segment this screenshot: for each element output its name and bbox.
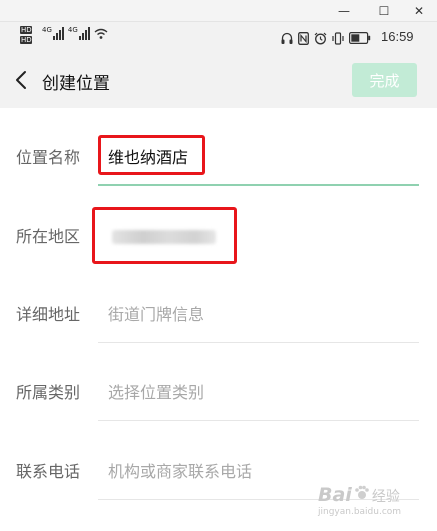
status-bar: HD HD 4G 4G 16:59 [0,22,437,52]
nfc-icon [298,31,309,45]
highlight-box-region [92,207,237,264]
signal-2-icon: 4G [68,27,90,40]
window-titlebar: — ☐ ✕ [0,0,437,22]
signal-group: 4G 4G [42,27,108,40]
address-underline [98,342,419,343]
chevron-left-icon [16,71,26,89]
phone-label: 联系电话 [16,462,81,481]
network-type-1: 4G [42,26,52,34]
sim1-hd-label: HD [20,26,32,34]
form-row-category: 所属类别 选择位置类别 [0,361,437,421]
category-underline [98,420,419,421]
status-time: 16:59 [381,29,414,44]
sim-indicators: HD HD [20,26,32,44]
paw-icon [355,485,369,499]
form-row-name: 位置名称 维也纳酒店 [0,126,437,186]
watermark-suffix: 经验 [371,489,400,505]
maximize-button[interactable]: ☐ [366,0,402,21]
back-button[interactable] [8,66,34,94]
address-label: 详细地址 [16,305,81,324]
category-label: 所属类别 [16,383,81,402]
watermark-url: jingyan.baidu.com [318,507,402,517]
alarm-icon [314,32,327,44]
name-label: 位置名称 [16,148,81,167]
name-input-underline [98,184,419,186]
battery-icon [349,32,371,44]
signal-1-icon: 4G [42,27,64,40]
vibrate-icon [332,31,344,45]
category-select[interactable]: 选择位置类别 [108,379,204,403]
app-header: 创建位置 完成 [0,52,437,108]
done-button[interactable]: 完成 [352,63,417,97]
sim2-hd-label: HD [20,36,32,44]
watermark-brand: Bai [318,484,352,506]
highlight-box-name [98,135,205,175]
address-input[interactable]: 街道门牌信息 [108,301,204,325]
headphones-icon [281,32,293,44]
form-row-address: 详细地址 街道门牌信息 [0,283,437,343]
page-title: 创建位置 [42,74,110,94]
close-window-button[interactable]: ✕ [401,0,437,21]
wifi-icon [94,28,108,39]
network-type-2: 4G [67,26,78,34]
region-label: 所在地区 [16,227,81,246]
status-icons [281,30,371,46]
baidu-watermark: Bai 经验 jingyan.baidu.com [318,484,437,530]
minimize-button[interactable]: — [326,0,362,21]
phone-input[interactable]: 机构或商家联系电话 [108,458,252,482]
